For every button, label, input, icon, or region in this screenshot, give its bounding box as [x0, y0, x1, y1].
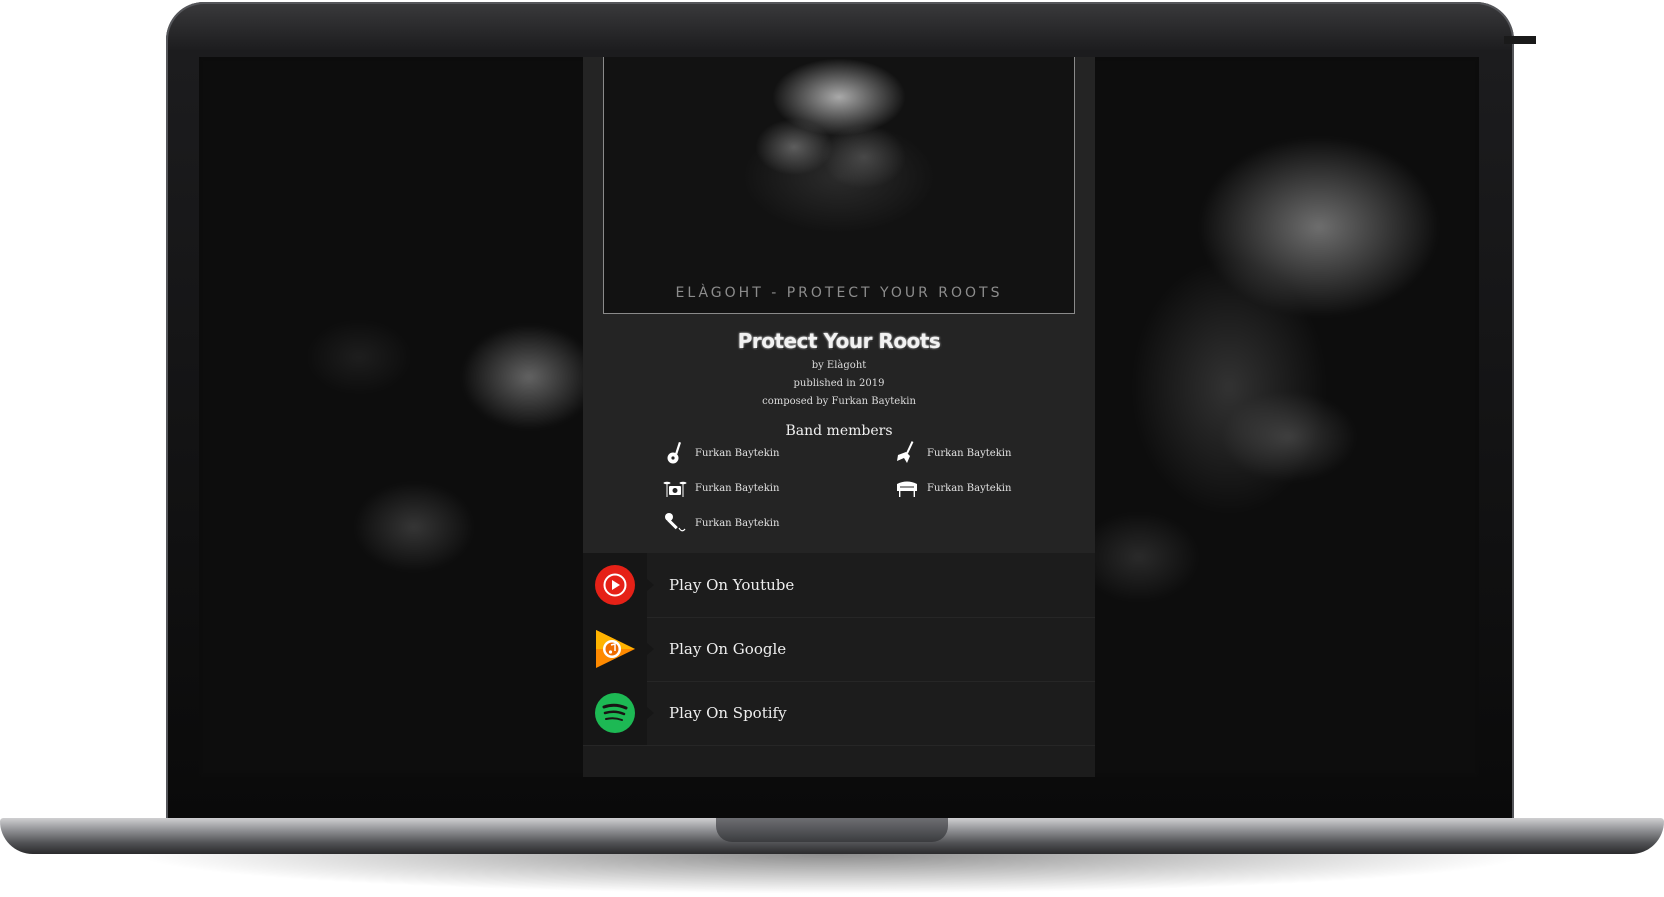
band-member-name: Furkan Baytekin	[927, 482, 1012, 494]
play-on-google-link[interactable]: Play On Google	[583, 617, 1095, 682]
microphone-icon	[665, 513, 686, 532]
band-member: Furkan Baytekin	[663, 476, 779, 500]
band-member-name: Furkan Baytekin	[927, 447, 1012, 459]
album-title: Protect Your Roots	[737, 329, 941, 353]
album-cover-image: ELÀGOHT - PROTECT YOUR ROOTS	[603, 57, 1075, 314]
album-published: published in 2019	[793, 378, 885, 389]
electric-guitar-icon	[897, 441, 914, 463]
album-panel: ELÀGOHT - PROTECT YOUR ROOTS Protect You…	[583, 57, 1095, 777]
album-composer: composed by Furkan Baytekin	[762, 396, 916, 407]
guitar-icon	[667, 441, 681, 464]
drums-icon	[663, 481, 687, 497]
link-icon-cell	[583, 617, 654, 681]
band-member: Furkan Baytekin	[895, 476, 1011, 500]
link-label[interactable]: Play On Spotify	[669, 704, 787, 722]
link-icon-cell	[583, 681, 654, 745]
piano-icon	[897, 481, 917, 497]
google-play-music-icon[interactable]	[594, 628, 636, 670]
laptop-hinge-tab	[1504, 36, 1536, 44]
play-on-youtube-link[interactable]: Play On Youtube	[583, 553, 1095, 618]
streaming-links: Play On Youtube Play On Google Play On S…	[583, 553, 1095, 777]
link-label[interactable]: Play On Youtube	[669, 576, 794, 594]
laptop-screen: ELÀGOHT - PROTECT YOUR ROOTS Protect You…	[199, 57, 1479, 777]
band-member: Furkan Baytekin	[895, 441, 1011, 465]
link-icon-cell	[583, 553, 654, 617]
band-member: Furkan Baytekin	[663, 441, 779, 465]
laptop-base-notch	[716, 818, 948, 842]
band-member-name: Furkan Baytekin	[695, 447, 780, 459]
link-label[interactable]: Play On Google	[669, 640, 786, 658]
youtube-music-icon[interactable]	[594, 564, 636, 606]
laptop-shadow	[130, 854, 1534, 894]
spotify-icon[interactable]	[594, 692, 636, 734]
band-member: Furkan Baytekin	[663, 511, 779, 535]
band-members-heading: Band members	[785, 423, 893, 439]
play-on-spotify-link[interactable]: Play On Spotify	[583, 681, 1095, 746]
band-member-name: Furkan Baytekin	[695, 517, 780, 529]
album-artist: by Elàgoht	[811, 360, 867, 371]
album-cover-caption: ELÀGOHT - PROTECT YOUR ROOTS	[675, 285, 1003, 301]
band-member-name: Furkan Baytekin	[695, 482, 780, 494]
